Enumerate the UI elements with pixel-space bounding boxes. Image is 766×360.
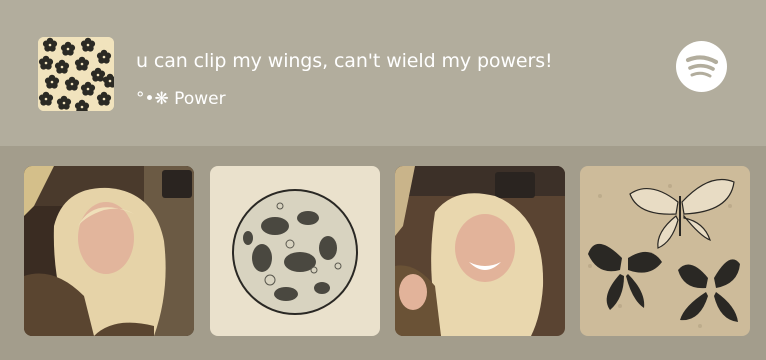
photo-woman-in-car-icon xyxy=(24,166,194,336)
gallery-tile-1[interactable] xyxy=(24,166,194,336)
gallery-tile-2[interactable] xyxy=(210,166,380,336)
spotify-icon xyxy=(685,55,719,78)
track-subtitle: °•❋ Power xyxy=(136,89,226,109)
moon-illustration-icon xyxy=(210,166,380,336)
album-art[interactable] xyxy=(38,37,114,111)
gallery-tile-3[interactable] xyxy=(395,166,565,336)
gallery-tile-4[interactable] xyxy=(580,166,750,336)
photo-woman-laughing-icon xyxy=(395,166,565,336)
flower-pattern-album-art-icon xyxy=(38,37,114,111)
music-widget: u can clip my wings, can't wield my powe… xyxy=(0,0,766,360)
now-playing-card[interactable]: u can clip my wings, can't wield my powe… xyxy=(0,0,766,146)
butterflies-illustration-icon xyxy=(580,166,750,336)
spotify-button[interactable] xyxy=(676,41,727,92)
track-title: u can clip my wings, can't wield my powe… xyxy=(136,50,553,72)
